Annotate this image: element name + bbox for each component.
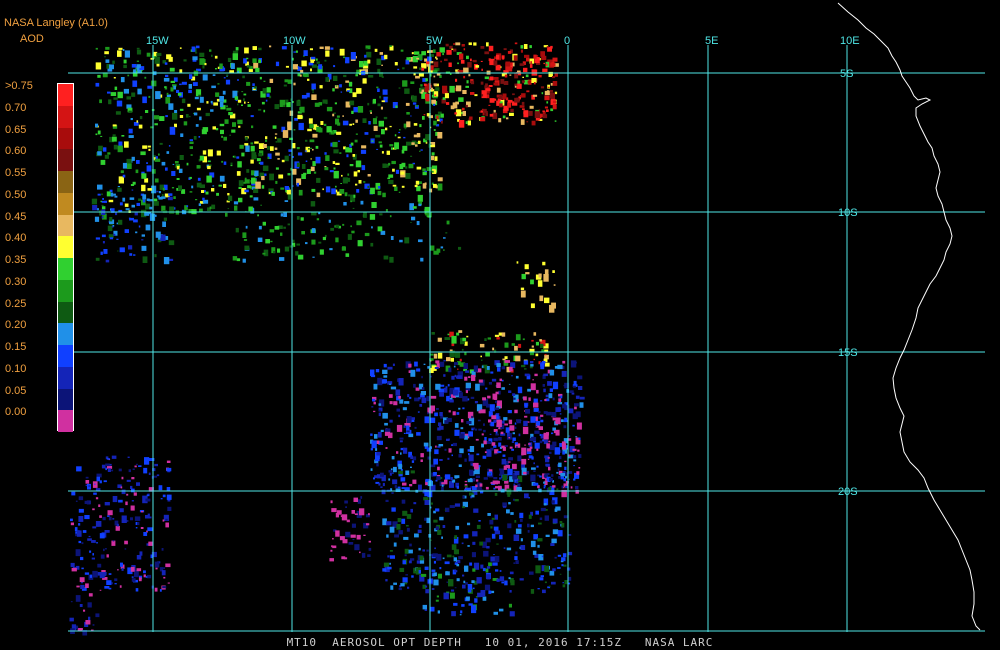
lon-label-5w: 5W	[426, 35, 443, 47]
legend-label: 0.10	[5, 362, 27, 375]
lat-label-5s: 5S	[840, 68, 853, 80]
legend-swatch	[58, 149, 73, 171]
legend-label: 0.05	[5, 384, 27, 397]
legend-swatch	[58, 84, 73, 106]
legend-label: 0.60	[5, 145, 27, 158]
legend-swatch	[58, 214, 73, 237]
source-title: NASA Langley (A1.0)	[4, 17, 108, 29]
footer-caption: MT10 AEROSOL OPT DEPTH 10 01, 2016 17:15…	[286, 636, 714, 649]
legend-swatch	[58, 236, 73, 258]
lon-label-0: 0	[564, 35, 570, 47]
legend-swatch	[58, 258, 73, 280]
legend-label: 0.50	[5, 188, 27, 201]
lon-label-10w: 10W	[283, 35, 306, 47]
legend-label: 0.20	[5, 319, 27, 332]
legend-swatch	[58, 171, 73, 193]
lon-label-10e: 10E	[840, 35, 860, 47]
legend-swatch	[58, 105, 73, 128]
legend-swatch	[58, 127, 73, 150]
legend-label: 0.70	[5, 101, 27, 114]
lat-label-20s: 20S	[838, 486, 858, 498]
legend-label: 0.65	[5, 123, 27, 136]
legend-colorbar	[57, 83, 74, 432]
lon-label-15w: 15W	[146, 35, 169, 47]
lon-label-5e: 5E	[705, 35, 718, 47]
legend-swatch	[58, 192, 73, 215]
legend-label: 0.45	[5, 210, 27, 223]
legend-label: 0.15	[5, 341, 27, 353]
variable-title: AOD	[20, 33, 44, 45]
legend-swatch	[58, 388, 73, 411]
legend-label: 0.55	[5, 167, 27, 179]
legend-label: 0.25	[5, 297, 27, 310]
legend-swatch	[58, 410, 73, 432]
legend-label: 0.00	[5, 406, 27, 419]
legend-swatch	[58, 366, 73, 389]
legend-label: 0.40	[5, 232, 27, 245]
lat-label-15s: 15S	[838, 347, 858, 359]
legend-swatch	[58, 345, 73, 367]
legend-label: >0.75	[5, 80, 33, 92]
legend-swatch	[58, 279, 73, 302]
legend-label: 0.35	[5, 254, 27, 266]
lat-label-10s: 10S	[838, 207, 858, 219]
legend-label: 0.30	[5, 275, 27, 288]
legend-swatch	[58, 323, 73, 345]
legend-swatch	[58, 301, 73, 324]
aod-map: 15W 10W 5W 0 5E 10E 5S 10S 15S 20S	[0, 0, 1000, 650]
